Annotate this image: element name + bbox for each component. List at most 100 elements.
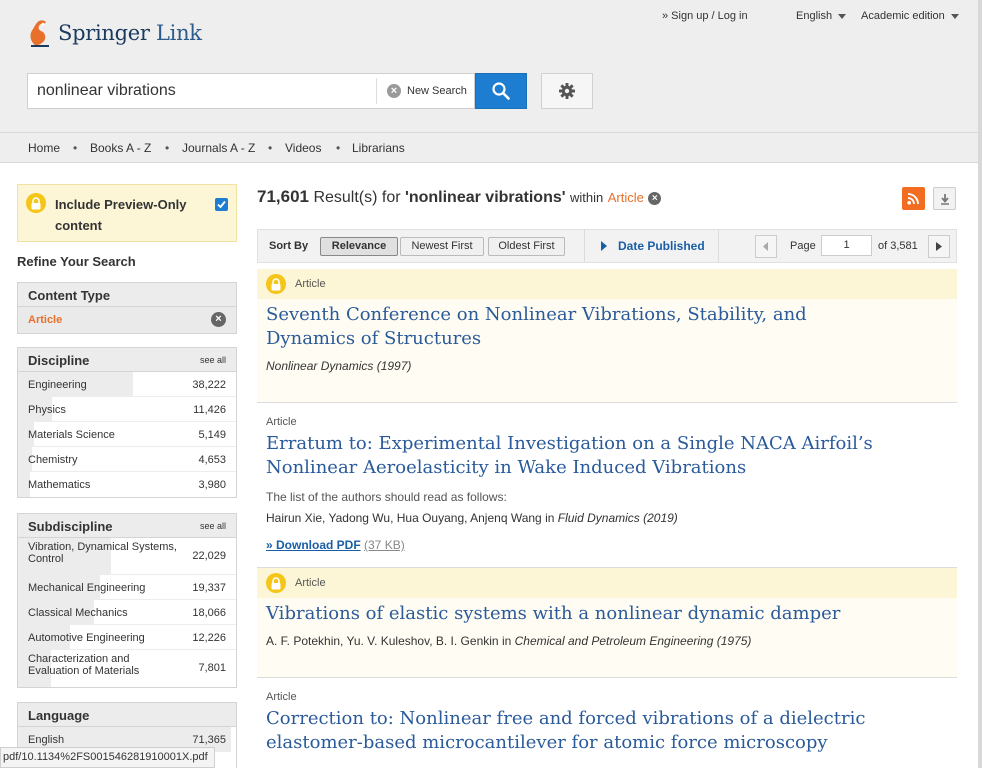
- nav-videos[interactable]: Videos: [285, 141, 321, 155]
- sort-oldest-button[interactable]: Oldest First: [488, 237, 565, 256]
- new-search-button[interactable]: New Search: [407, 85, 467, 97]
- clear-icon[interactable]: ×: [387, 84, 401, 98]
- nav-librarians[interactable]: Librarians: [352, 141, 405, 155]
- sort-bar: Sort By Relevance Newest First Oldest Fi…: [257, 229, 957, 263]
- language-dropdown[interactable]: English: [796, 10, 847, 22]
- result-scope: Article: [607, 190, 644, 205]
- edition-dropdown[interactable]: Academic edition: [861, 10, 959, 22]
- logo-sub: Link: [156, 21, 202, 45]
- facet-item[interactable]: Mathematics 3,980: [18, 472, 236, 497]
- facet-header: Discipline see all: [18, 348, 236, 372]
- nav-separator: •: [268, 141, 273, 155]
- authors[interactable]: Hairun Xie, Yadong Wu, Hua Ouyang, Anjen…: [266, 511, 542, 525]
- sort-newest-button[interactable]: Newest First: [400, 237, 484, 256]
- nav-separator: •: [73, 141, 78, 155]
- search-button[interactable]: [475, 73, 527, 109]
- content-type-label: Article: [295, 278, 326, 290]
- facet-item[interactable]: Materials Science 5,149: [18, 422, 236, 447]
- refine-heading: Refine Your Search: [17, 254, 136, 269]
- page-label: Page: [790, 240, 816, 252]
- facet-item[interactable]: Physics 11,426: [18, 397, 236, 422]
- language-label: English: [796, 10, 833, 22]
- facet-item-count: 12,226: [192, 632, 226, 644]
- springer-horse-icon: [30, 20, 49, 47]
- facet-item[interactable]: Mechanical Engineering 19,337: [18, 575, 236, 600]
- content-type-facet: Content Type Article ×: [17, 282, 237, 334]
- subdiscipline-facet: Subdiscipline see all Vibration, Dynamic…: [17, 513, 237, 688]
- status-bar-url: pdf/10.1134%2FS001546281910001X.pdf: [0, 747, 215, 768]
- facet-item-label: Vibration, Dynamical Systems, Control: [28, 541, 177, 565]
- rss-button[interactable]: [902, 187, 925, 210]
- facet-item-label: Materials Science: [28, 429, 115, 441]
- result-source[interactable]: Nonlinear Dynamics (1997): [266, 359, 411, 373]
- close-icon[interactable]: ×: [648, 192, 662, 205]
- facet-item-count: 5,149: [198, 429, 226, 441]
- nav-journals[interactable]: Journals A - Z: [182, 141, 255, 155]
- content-type-band: [257, 568, 957, 598]
- facet-item-count: 7,801: [198, 662, 226, 674]
- facet-item[interactable]: Vibration, Dynamical Systems, Control 22,0…: [18, 538, 236, 575]
- divider: [718, 230, 719, 262]
- title-line-2: Nonlinear Aeroelasticity in Wake Induced…: [266, 457, 747, 478]
- download-pdf-link[interactable]: » Download PDF (37 KB): [266, 538, 405, 552]
- download-button[interactable]: [933, 187, 956, 210]
- divider: [584, 230, 585, 262]
- edition-label: Academic edition: [861, 10, 945, 22]
- chevron-right-icon: [936, 242, 942, 251]
- prev-page-button[interactable]: [755, 235, 777, 258]
- date-published-toggle[interactable]: Date Published: [601, 239, 705, 253]
- nav-home[interactable]: Home: [28, 141, 60, 155]
- rss-icon: [907, 193, 919, 205]
- authors[interactable]: A. F. Potekhin, Yu. V. Kuleshov, B. I. G…: [266, 634, 499, 648]
- next-page-button[interactable]: [928, 235, 950, 258]
- page-number-input[interactable]: 1: [821, 235, 872, 256]
- sort-relevance-button[interactable]: Relevance: [320, 237, 398, 256]
- result-title-link[interactable]: Correction to: Nonlinear free and forced…: [266, 707, 946, 755]
- result-count: 71,601: [257, 187, 309, 206]
- facet-item[interactable]: Engineering 38,222: [18, 372, 236, 397]
- result-title-link[interactable]: Erratum to: Experimental Investigation o…: [266, 432, 946, 480]
- search-input[interactable]: [28, 74, 376, 108]
- facet-item-label: Physics: [28, 404, 66, 416]
- source-name[interactable]: Chemical and Petroleum Engineering (1975…: [515, 634, 752, 648]
- lock-icon: [266, 274, 286, 294]
- download-icon: [940, 193, 949, 205]
- chevron-down-icon: [950, 13, 959, 19]
- discipline-facet: Discipline see all Engineering 38,222 Phy…: [17, 347, 237, 498]
- nav-separator: •: [165, 141, 170, 155]
- date-published-label: Date Published: [618, 239, 705, 253]
- label-line-2: Control: [28, 553, 64, 565]
- facet-item[interactable]: Classical Mechanics 18,066: [18, 600, 236, 625]
- close-icon[interactable]: ×: [211, 312, 226, 327]
- title-line-1: Erratum to: Experimental Investigation o…: [266, 433, 873, 454]
- result-title-link[interactable]: Vibrations of elastic systems with a non…: [266, 602, 946, 626]
- page-scrollbar[interactable]: [978, 0, 982, 768]
- result-item: Article Seventh Conference on Nonlinear …: [257, 269, 957, 403]
- header: Springer Link » Sign up / Log in English…: [0, 0, 978, 132]
- preview-only-checkbox[interactable]: [215, 198, 228, 211]
- facet-item[interactable]: Characterization and Evaluation of Materi…: [18, 650, 236, 687]
- facet-item[interactable]: Chemistry 4,653: [18, 447, 236, 472]
- nav-books[interactable]: Books A - Z: [90, 141, 151, 155]
- facet-item-label: English: [28, 734, 65, 746]
- facet-title: Discipline: [28, 353, 90, 368]
- springer-link-logo[interactable]: Springer Link: [27, 18, 202, 48]
- see-all-link[interactable]: see all: [200, 521, 226, 531]
- content-type-label: Article: [28, 314, 63, 326]
- login-link[interactable]: » Sign up / Log in: [662, 10, 748, 22]
- content-type-selected[interactable]: Article ×: [18, 307, 236, 333]
- search-divider: [376, 78, 377, 104]
- result-title-link[interactable]: Seventh Conference on Nonlinear Vibratio…: [266, 303, 946, 351]
- search-icon: [492, 82, 510, 100]
- facet-item[interactable]: Automotive Engineering 12,226: [18, 625, 236, 650]
- source-name: Nonlinear Dynamics (1997): [266, 359, 412, 373]
- chevron-down-icon: [838, 13, 847, 19]
- source-name[interactable]: Fluid Dynamics (2019): [558, 511, 678, 525]
- see-all-link[interactable]: see all: [200, 355, 226, 365]
- content-type-band: [257, 269, 957, 299]
- settings-button[interactable]: [541, 73, 593, 109]
- logo-brand: Springer: [58, 21, 150, 45]
- pdf-size: (37 KB): [364, 538, 405, 552]
- content-type-label: Article: [266, 416, 297, 428]
- facet-header: Content Type: [18, 283, 236, 307]
